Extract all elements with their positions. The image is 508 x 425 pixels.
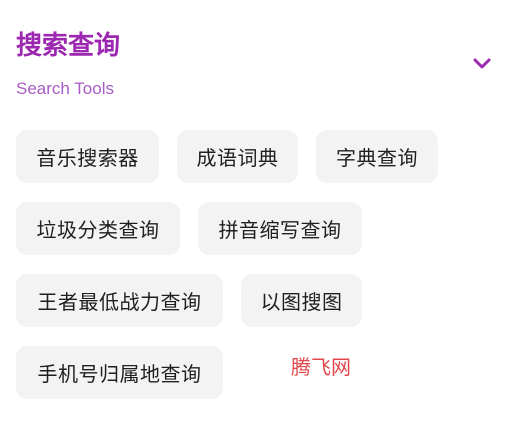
tool-chip-music-search[interactable]: 音乐搜索器 [16, 130, 159, 183]
tool-chip-label: 以图搜图 [260, 290, 343, 314]
tool-chip-dictionary-lookup[interactable]: 字典查询 [316, 130, 438, 183]
tool-chip-label: 音乐搜索器 [36, 146, 139, 170]
section-subtitle: Search Tools [16, 79, 114, 98]
tool-chip-label: 字典查询 [336, 146, 418, 170]
tool-chip-label: 手机号归属地查询 [37, 362, 202, 386]
tool-chip-idiom-dictionary[interactable]: 成语词典 [177, 130, 298, 183]
tool-chip-label: 王者最低战力查询 [37, 290, 202, 314]
section-title: 搜索查询 [16, 31, 121, 61]
tool-chip-reverse-image-search[interactable]: 以图搜图 [241, 274, 362, 327]
tool-chip-honor-of-kings-power[interactable]: 王者最低战力查询 [16, 274, 223, 327]
tool-chip-phone-location[interactable]: 手机号归属地查询 [16, 346, 223, 399]
tool-chip-label: 垃圾分类查询 [36, 218, 160, 242]
chevron-down-icon [473, 58, 491, 69]
tool-chip-garbage-classification[interactable]: 垃圾分类查询 [16, 202, 180, 255]
tool-chip-label: 拼音缩写查询 [218, 218, 342, 242]
tool-chip-pinyin-abbreviation[interactable]: 拼音缩写查询 [198, 202, 362, 255]
collapse-toggle-button[interactable] [466, 50, 498, 78]
tool-chip-label: 成语词典 [196, 146, 279, 170]
watermark-text: 腾飞网 [291, 357, 351, 379]
